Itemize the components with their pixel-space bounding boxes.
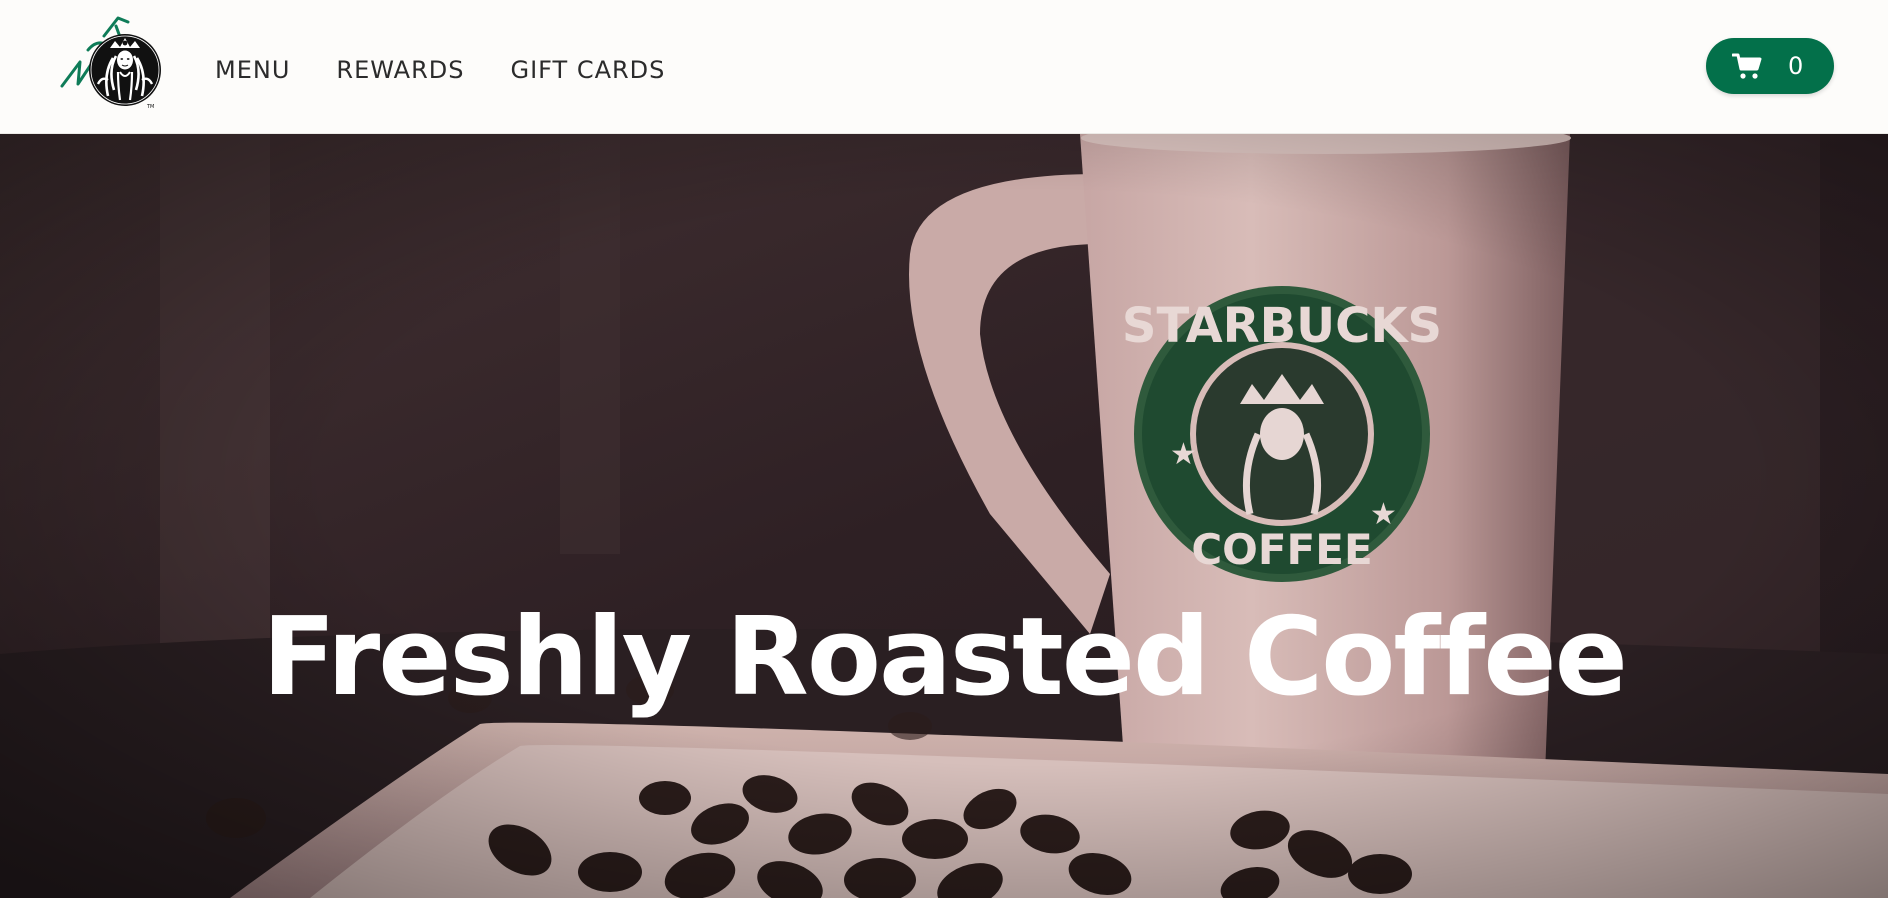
starbucks-mug-coffee-beans-photo: STARBUCKS ★ ★ COFFEE Careful, the bevera… — [0, 134, 1888, 898]
hero-title: Freshly Roasted Coffee — [262, 595, 1628, 721]
hero-section: STARBUCKS ★ ★ COFFEE Careful, the bevera… — [0, 134, 1888, 898]
nav-link-menu[interactable]: MENU — [215, 56, 290, 84]
main-nav: MENU REWARDS GIFT CARDS — [215, 56, 665, 84]
nav-link-gift-cards[interactable]: GIFT CARDS — [510, 56, 665, 84]
brand-logo[interactable]: TM — [58, 14, 166, 110]
svg-text:TM: TM — [146, 104, 154, 110]
top-navbar: TM MENU REWARDS GIFT CARDS 0 — [0, 0, 1888, 134]
nav-link-rewards[interactable]: REWARDS — [336, 56, 464, 84]
shopping-cart-icon — [1732, 53, 1762, 79]
starbucks-siren-logo-icon: TM — [60, 16, 161, 110]
cart-count: 0 — [1788, 52, 1804, 80]
cart-button[interactable]: 0 — [1706, 38, 1834, 94]
